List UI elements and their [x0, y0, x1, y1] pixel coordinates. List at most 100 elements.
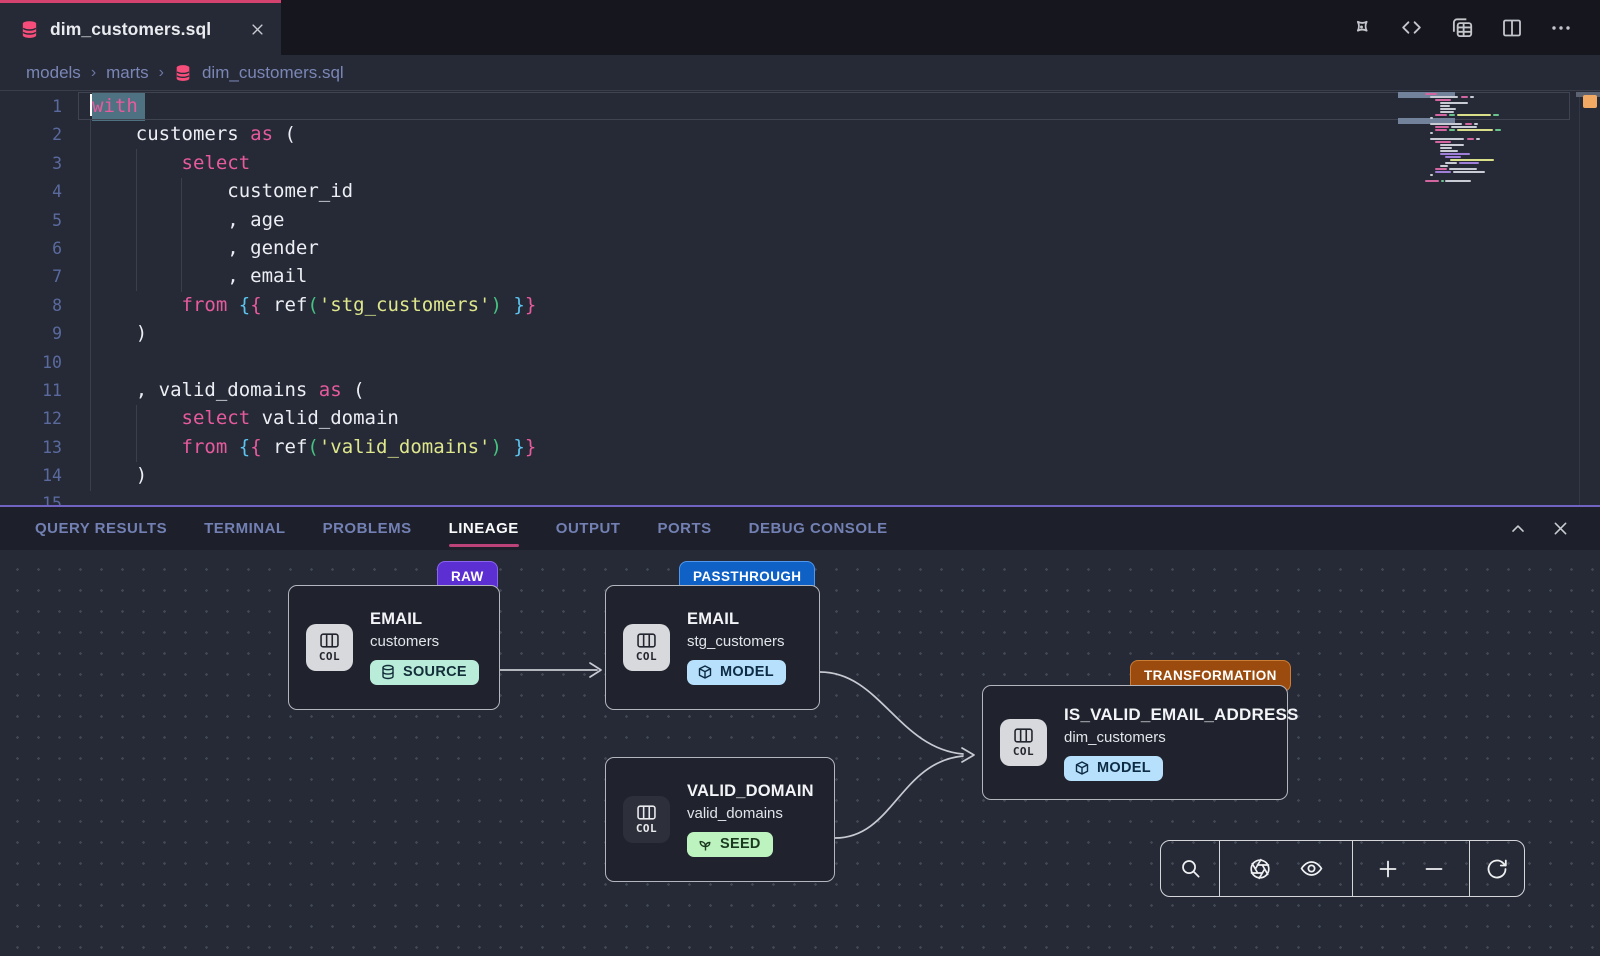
- minimap-line: [1430, 123, 1462, 125]
- seedling-icon: [697, 836, 713, 852]
- minimap-line: [1449, 168, 1477, 170]
- minimap-line: [1440, 147, 1452, 149]
- lineage-node-valid-domains[interactable]: COL VALID_DOMAIN valid_domains SEED: [605, 757, 835, 882]
- close-panel-icon[interactable]: [1551, 519, 1570, 538]
- node-title: EMAIL: [687, 610, 739, 629]
- column-chip: COL: [623, 624, 670, 671]
- minimap-line: [1467, 138, 1474, 140]
- code-line[interactable]: 8 from {{ ref('stg_customers') }}: [0, 291, 1600, 319]
- lineage-canvas[interactable]: RAW PASSTHROUGH TRANSFORMATION COL EMAIL…: [0, 550, 1600, 956]
- ellipsis-icon[interactable]: [1549, 16, 1573, 40]
- code-line[interactable]: 10: [0, 348, 1600, 376]
- minimap-line: [1440, 153, 1470, 155]
- panel-tab-query-results[interactable]: QUERY RESULTS: [35, 507, 167, 550]
- panel-tab-terminal[interactable]: TERMINAL: [204, 507, 286, 550]
- minimap-line: [1449, 114, 1455, 116]
- refresh-icon[interactable]: [1485, 857, 1509, 881]
- code-line[interactable]: 11 , valid_domains as (: [0, 376, 1600, 404]
- code-editor[interactable]: 1with2 customers as (3 select4 customer_…: [0, 92, 1600, 505]
- minimap-line: [1440, 111, 1454, 113]
- dbt-logo-icon[interactable]: [1349, 15, 1374, 40]
- minimap-line: [1470, 96, 1474, 98]
- code-line[interactable]: 13 from {{ ref('valid_domains') }}: [0, 433, 1600, 461]
- code-line[interactable]: 1with: [0, 92, 1600, 120]
- search-icon[interactable]: [1179, 857, 1202, 880]
- minimap[interactable]: [1425, 93, 1537, 188]
- code-line[interactable]: 6 , gender: [0, 234, 1600, 262]
- code-line[interactable]: 5 , age: [0, 206, 1600, 234]
- minimap-line: [1425, 93, 1437, 95]
- breadcrumb-file[interactable]: dim_customers.sql: [202, 63, 344, 83]
- minimap-line: [1449, 129, 1455, 131]
- close-tab-icon[interactable]: [250, 22, 265, 37]
- zoom-out-icon[interactable]: [1422, 857, 1446, 881]
- edge-arrowhead: [590, 663, 601, 677]
- lineage-toolbar: [1160, 840, 1525, 897]
- panel-tab-output[interactable]: OUTPUT: [556, 507, 621, 550]
- minimap-line: [1461, 96, 1468, 98]
- minimap-line: [1435, 171, 1451, 173]
- minimap-line: [1493, 114, 1499, 116]
- lineage-node-stg-customers[interactable]: COL EMAIL stg_customers MODEL: [605, 585, 820, 710]
- edge-stg-to-dim: [820, 672, 963, 754]
- code-line[interactable]: 9 ): [0, 319, 1600, 347]
- aperture-icon[interactable]: [1248, 857, 1272, 881]
- model-badge[interactable]: MODEL: [1064, 756, 1163, 781]
- column-chip: COL: [623, 796, 670, 843]
- code-icon[interactable]: [1399, 15, 1424, 40]
- edge-arrowhead: [962, 748, 974, 762]
- seed-badge[interactable]: SEED: [687, 832, 773, 857]
- minimap-line: [1430, 174, 1433, 176]
- lineage-node-customers[interactable]: COL EMAIL customers SOURCE: [288, 585, 500, 710]
- code-text: , gender: [62, 237, 319, 259]
- source-badge[interactable]: SOURCE: [370, 660, 479, 685]
- table-copy-icon[interactable]: [1449, 15, 1475, 41]
- line-number: 10: [0, 349, 62, 377]
- panel-tab-problems[interactable]: PROBLEMS: [323, 507, 412, 550]
- zoom-in-icon[interactable]: [1376, 857, 1400, 881]
- database-icon: [380, 664, 396, 680]
- cube-icon: [697, 664, 713, 680]
- indent-guide: [136, 405, 137, 462]
- line-number: 11: [0, 377, 62, 405]
- breadcrumb-separator: ›: [159, 64, 164, 82]
- database-icon: [174, 64, 192, 82]
- minimap-line: [1435, 126, 1449, 128]
- minimap-line: [1445, 162, 1457, 164]
- code-text: from {{ ref('stg_customers') }}: [62, 294, 536, 316]
- breadcrumb-models[interactable]: models: [26, 63, 81, 83]
- tab-dim-customers[interactable]: dim_customers.sql: [0, 0, 281, 55]
- code-line[interactable]: 15: [0, 489, 1600, 505]
- code-line[interactable]: 14 ): [0, 461, 1600, 489]
- code-line[interactable]: 4 customer_id: [0, 177, 1600, 205]
- column-chip: COL: [1000, 719, 1047, 766]
- bottom-panel-header: QUERY RESULTS TERMINAL PROBLEMS LINEAGE OUTP…: [0, 505, 1600, 550]
- breadcrumb-marts[interactable]: marts: [106, 63, 149, 83]
- minimap-line: [1451, 126, 1477, 128]
- code-line[interactable]: 7 , email: [0, 262, 1600, 290]
- minimap-line: [1430, 117, 1433, 119]
- panel-tab-lineage[interactable]: LINEAGE: [449, 507, 519, 550]
- database-icon: [20, 20, 39, 39]
- line-number: 4: [0, 178, 62, 206]
- minimap-line: [1445, 156, 1461, 158]
- tab-title: dim_customers.sql: [50, 19, 211, 40]
- eye-icon[interactable]: [1299, 856, 1324, 881]
- collapse-panel-icon[interactable]: [1508, 519, 1528, 539]
- node-title: VALID_DOMAIN: [687, 782, 814, 801]
- panel-tab-ports[interactable]: PORTS: [657, 507, 711, 550]
- code-line[interactable]: 12 select valid_domain: [0, 404, 1600, 432]
- minimap-line: [1435, 129, 1447, 131]
- code-line[interactable]: 3 select: [0, 149, 1600, 177]
- scrollbar-track: [1579, 92, 1580, 505]
- line-number: 14: [0, 462, 62, 490]
- minimap-line: [1441, 180, 1444, 182]
- lineage-node-dim-customers[interactable]: COL IS_VALID_EMAIL_ADDRESS dim_customers…: [982, 685, 1288, 800]
- minimap-line: [1425, 180, 1439, 182]
- scrollbar-marker: [1583, 95, 1597, 108]
- split-editor-icon[interactable]: [1500, 16, 1524, 40]
- code-line[interactable]: 2 customers as (: [0, 120, 1600, 148]
- code-text: [62, 492, 90, 505]
- panel-tab-debug-console[interactable]: DEBUG CONSOLE: [749, 507, 888, 550]
- model-badge[interactable]: MODEL: [687, 660, 786, 685]
